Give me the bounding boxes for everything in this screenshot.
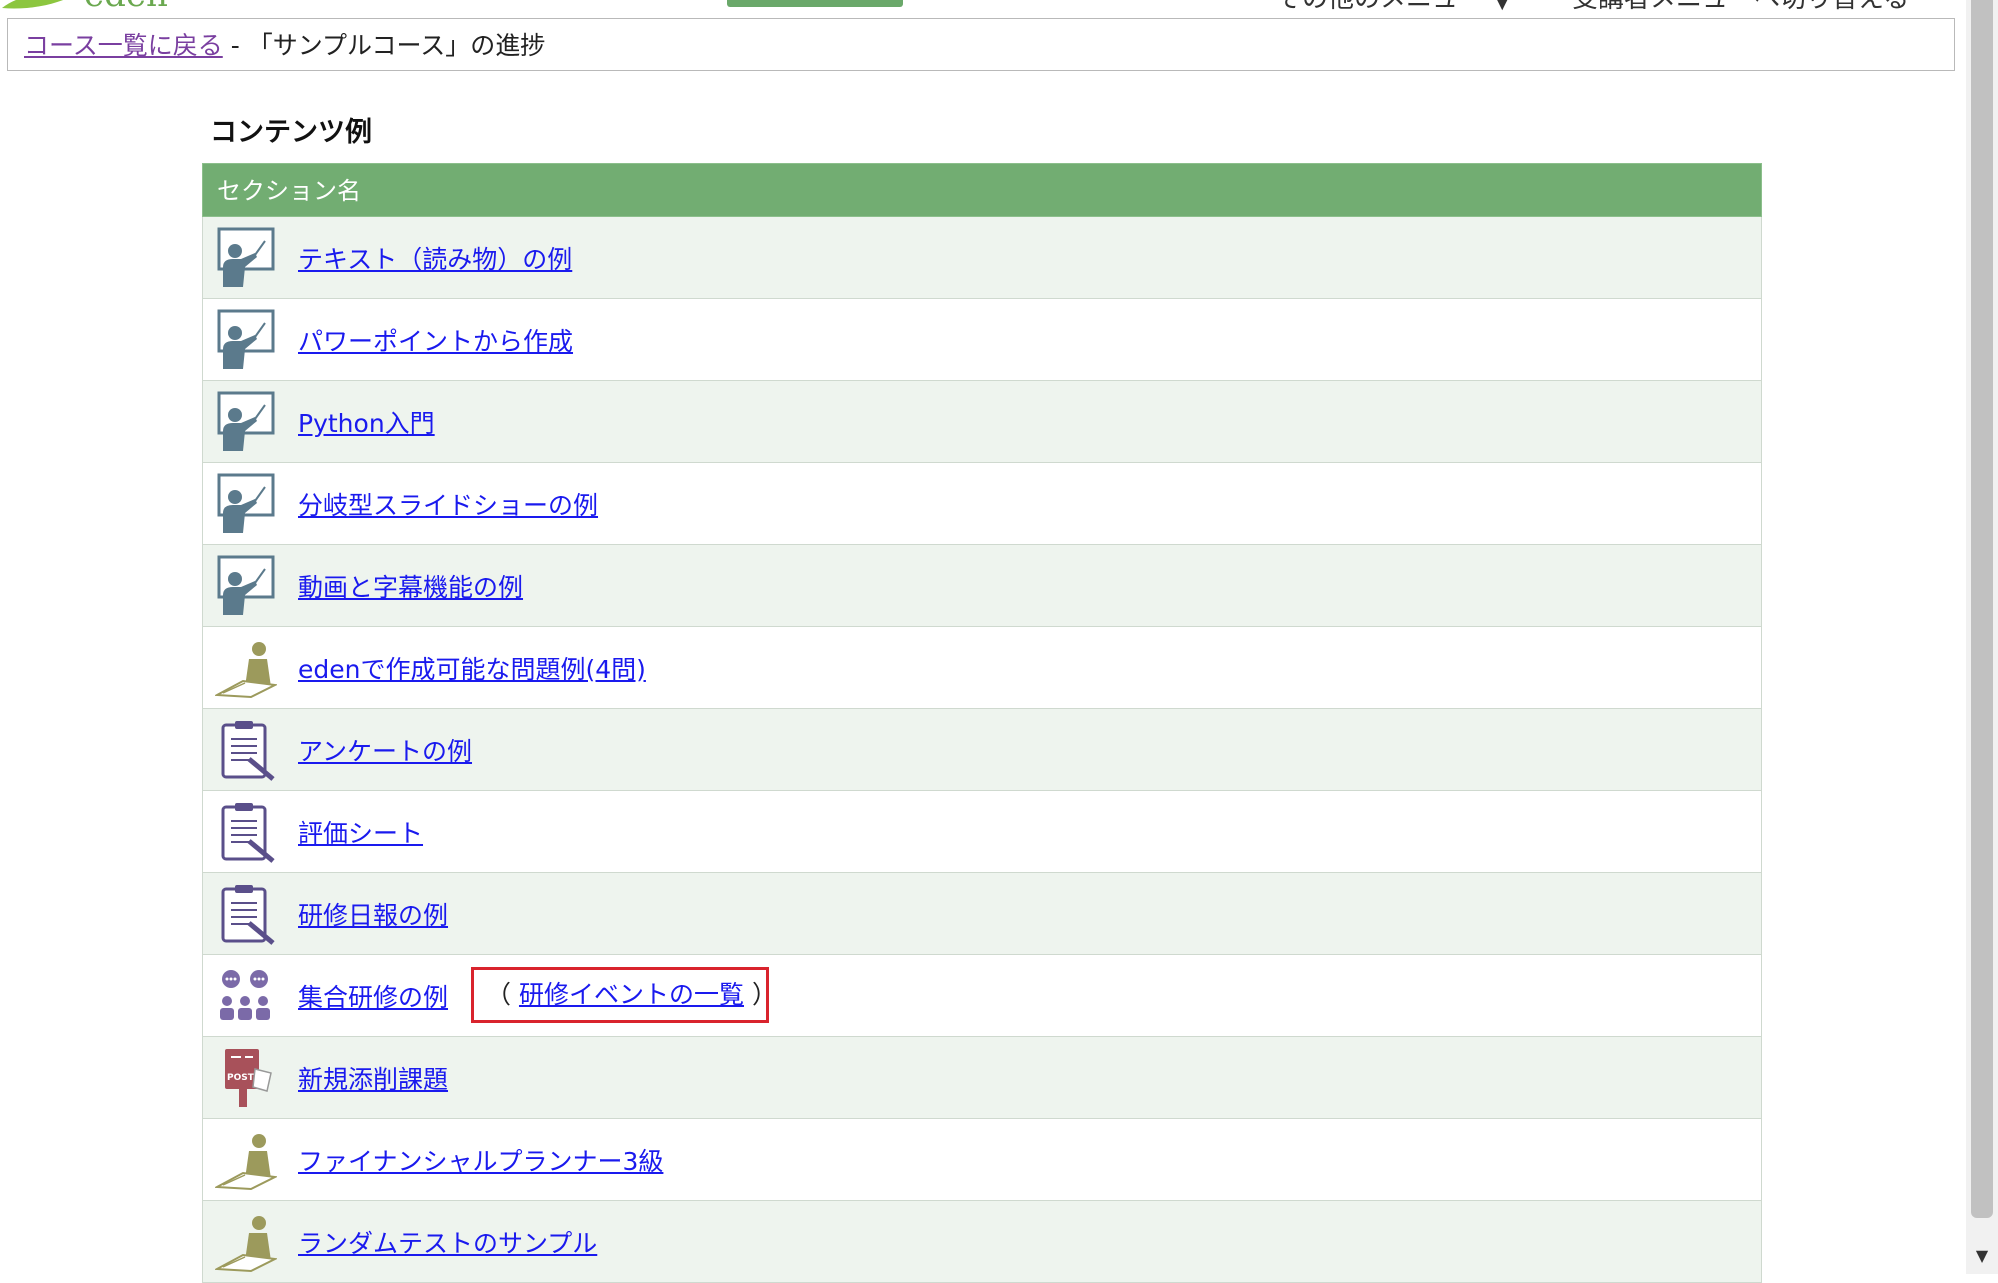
breadcrumb-separator: - bbox=[222, 31, 248, 60]
table-row: 研修日報の例 bbox=[202, 873, 1762, 955]
event-list-link[interactable]: 研修イベントの一覧 bbox=[519, 980, 744, 1009]
content-link[interactable]: 集合研修の例 bbox=[298, 978, 448, 1014]
content-link[interactable]: テキスト（読み物）の例 bbox=[298, 240, 572, 276]
test-icon bbox=[215, 1216, 277, 1273]
table-row: 動画と字幕機能の例 bbox=[202, 545, 1762, 627]
table-row: テキスト（読み物）の例 bbox=[202, 217, 1762, 299]
survey-icon bbox=[221, 721, 275, 781]
table-row: 分岐型スライドショーの例 bbox=[202, 463, 1762, 545]
switch-menu-link[interactable]: 受講者メニューへ切り替える bbox=[1572, 0, 1909, 12]
table-row: Python入門 bbox=[202, 381, 1762, 463]
top-header: eden その他のメニュー ▼ 受講者メニューへ切り替える bbox=[0, 0, 1960, 14]
active-tab-indicator[interactable] bbox=[727, 0, 903, 7]
scrollbar-thumb[interactable] bbox=[1971, 0, 1993, 1218]
table-row: POST 新規添削課題 bbox=[202, 1037, 1762, 1119]
content-link[interactable]: 研修日報の例 bbox=[298, 896, 448, 932]
chevron-down-icon: ▼ bbox=[1492, 0, 1512, 14]
table-row: 評価シート bbox=[202, 791, 1762, 873]
content-link[interactable]: ランダムテストのサンプル bbox=[298, 1224, 597, 1260]
event-list-highlight: （ 研修イベントの一覧 ） bbox=[471, 967, 777, 1023]
content-link[interactable]: edenで作成可能な問題例(4問) bbox=[298, 650, 646, 686]
content-link[interactable]: パワーポイントから作成 bbox=[298, 322, 573, 358]
test-icon bbox=[215, 642, 277, 699]
table-row: 集合研修の例 （ 研修イベントの一覧 ） bbox=[202, 955, 1762, 1037]
lecture-icon bbox=[217, 309, 275, 369]
table-row: パワーポイントから作成 bbox=[202, 299, 1762, 381]
content-link[interactable]: Python入門 bbox=[298, 404, 435, 440]
survey-icon bbox=[221, 885, 275, 945]
survey-icon bbox=[221, 803, 275, 863]
lecture-icon bbox=[217, 391, 275, 451]
lecture-icon bbox=[217, 227, 275, 287]
content-link[interactable]: 新規添削課題 bbox=[298, 1060, 448, 1096]
logo-text: eden bbox=[84, 0, 168, 12]
other-menu-button[interactable]: その他のメニュー ▼ bbox=[1276, 0, 1512, 12]
table-row: ファイナンシャルプランナー3級 bbox=[202, 1119, 1762, 1201]
scroll-down-arrow-icon[interactable]: ▼ bbox=[1970, 1246, 1994, 1266]
breadcrumb: コース一覧に戻る - 「サンプルコース」の進捗 bbox=[7, 18, 1955, 71]
lecture-icon bbox=[217, 473, 275, 533]
post-icon: POST bbox=[225, 1049, 272, 1107]
event-open-paren: （ bbox=[486, 980, 512, 1009]
svg-text:POST: POST bbox=[227, 1073, 255, 1083]
content-link[interactable]: 動画と字幕機能の例 bbox=[298, 568, 523, 604]
group-training-icon bbox=[220, 970, 270, 1020]
lecture-icon bbox=[217, 555, 275, 615]
content-link[interactable]: 分岐型スライドショーの例 bbox=[298, 486, 598, 522]
table-row: edenで作成可能な問題例(4問) bbox=[202, 627, 1762, 709]
back-to-course-list-link[interactable]: コース一覧に戻る bbox=[24, 31, 223, 60]
section-title: コンテンツ例 bbox=[210, 117, 372, 148]
breadcrumb-current: 「サンプルコース」の進捗 bbox=[247, 31, 546, 60]
content-table: セクション名 テキスト（読み物）の例 パワーポイントから作成 Python入門 bbox=[202, 163, 1762, 1283]
event-close-paren: ） bbox=[751, 980, 777, 1009]
content-link[interactable]: アンケートの例 bbox=[298, 732, 472, 768]
eden-logo-icon bbox=[2, 0, 64, 9]
content-link[interactable]: 評価シート bbox=[298, 814, 423, 850]
table-row: ランダムテストのサンプル bbox=[202, 1201, 1762, 1283]
table-header: セクション名 bbox=[202, 163, 1762, 217]
table-row: アンケートの例 bbox=[202, 709, 1762, 791]
content-link[interactable]: ファイナンシャルプランナー3級 bbox=[298, 1142, 663, 1178]
test-icon bbox=[215, 1134, 277, 1191]
